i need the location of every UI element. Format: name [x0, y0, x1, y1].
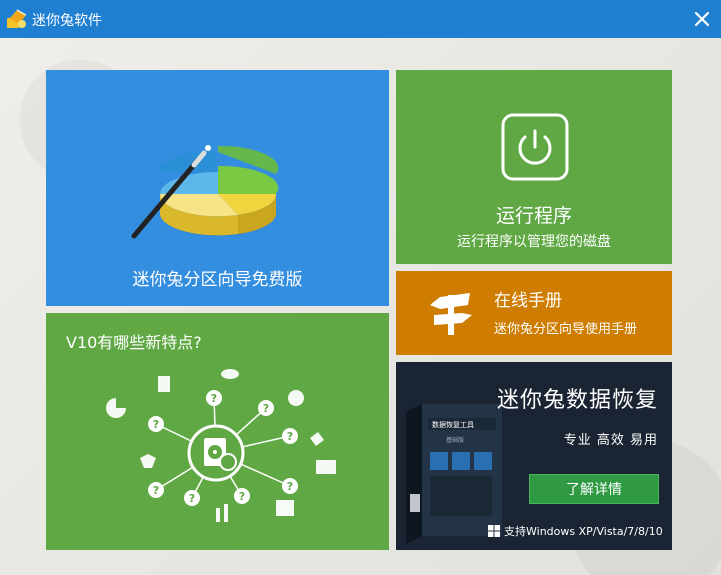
pie-chart-wand-icon	[131, 145, 279, 239]
run-program-tile[interactable]: 运行程序 运行程序以管理您的磁盘	[396, 70, 672, 264]
data-recovery-tile[interactable]: 数据恢复工具 基础版 迷你兔数据恢复 专业 高效 易用 了解详情 支持Windo…	[396, 362, 672, 550]
signpost-icon	[430, 293, 472, 335]
power-icon	[501, 113, 569, 181]
os-support-text: 支持Windows XP/Vista/7/8/10	[504, 525, 663, 538]
windows-logo-icon	[488, 525, 500, 537]
new-features-title: V10有哪些新特点?	[66, 333, 202, 352]
app-logo-icon	[7, 9, 27, 28]
close-icon	[694, 11, 710, 27]
features-network-icon: ? ? ? ? ? ? ? ?	[102, 369, 336, 522]
partition-wizard-tile[interactable]: 迷你兔分区向导免费版	[46, 70, 389, 306]
question-badge: ?	[287, 430, 293, 443]
question-badge: ?	[287, 480, 293, 493]
online-manual-tile[interactable]: 在线手册 迷你兔分区向导使用手册	[396, 271, 672, 355]
os-support-note: 支持Windows XP/Vista/7/8/10	[488, 523, 663, 539]
data-recovery-title: 迷你兔数据恢复	[496, 388, 658, 413]
run-program-subtitle: 运行程序以管理您的磁盘	[457, 234, 611, 250]
window-title: 迷你兔软件	[32, 13, 102, 29]
svg-text:基础版: 基础版	[446, 436, 464, 444]
run-program-title: 运行程序	[495, 205, 572, 227]
online-manual-title: 在线手册	[494, 291, 562, 311]
learn-more-button[interactable]: 了解详情	[529, 474, 659, 504]
question-badge: ?	[189, 492, 195, 505]
close-button[interactable]	[687, 4, 717, 34]
question-badge: ?	[239, 490, 245, 503]
data-recovery-slogan: 专业 高效 易用	[563, 433, 658, 448]
partition-wizard-label: 迷你兔分区向导免费版	[132, 270, 303, 290]
online-manual-subtitle: 迷你兔分区向导使用手册	[494, 322, 638, 337]
svg-text:数据恢复工具: 数据恢复工具	[432, 420, 474, 429]
question-badge: ?	[153, 484, 159, 497]
new-features-tile[interactable]: V10有哪些新特点? ? ? ? ? ? ? ? ?	[46, 313, 389, 550]
question-badge: ?	[153, 418, 159, 431]
app-window: 迷你兔软件 迷你兔分区向导免费版 运行程序 运行程序以管理您的磁盘 在线手册 迷…	[0, 0, 721, 575]
title-bar[interactable]: 迷你兔软件	[0, 0, 721, 38]
question-badge: ?	[211, 392, 217, 405]
question-badge: ?	[263, 402, 269, 415]
